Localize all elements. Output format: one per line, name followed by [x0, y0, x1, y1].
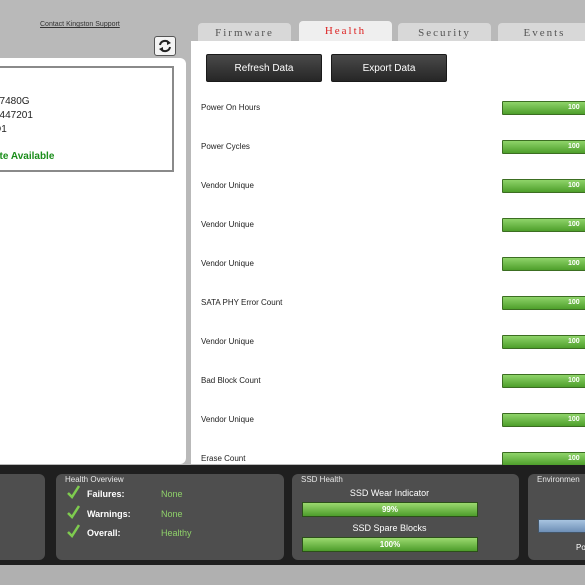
attribute-name: Power Cycles: [201, 142, 250, 151]
attribute-name: Vendor Unique: [201, 415, 254, 424]
spare-blocks-label: SSD Spare Blocks: [352, 523, 427, 533]
check-icon: [67, 505, 80, 519]
check-icon: [67, 485, 80, 499]
health-row: Vendor Unique 100: [201, 179, 585, 195]
tab-firmware[interactable]: Firmware: [198, 23, 291, 43]
failures-label: Failures:: [87, 489, 125, 499]
refresh-arrows-icon: [159, 39, 171, 53]
status-bar: Health Overview Failures: None Warnings:…: [0, 465, 585, 565]
attribute-value-bar: 100: [502, 335, 585, 349]
spare-blocks-bar: 100%: [302, 537, 478, 552]
environment-title: Environmen: [537, 475, 580, 484]
health-panel: Refresh Data Export Data Power On Hours …: [191, 41, 585, 466]
health-row: Bad Block Count 100: [201, 374, 585, 390]
drive-info-panel: 37480G 0447201 D1 ate Available: [0, 58, 186, 464]
drive-serial: 0447201: [0, 110, 33, 121]
drive-firmware: D1: [0, 124, 7, 135]
check-icon: [67, 524, 80, 538]
health-overview-title: Health Overview: [65, 475, 124, 484]
health-overview-panel: Health Overview Failures: None Warnings:…: [56, 474, 284, 560]
health-row: Vendor Unique 100: [201, 335, 585, 351]
health-row: Vendor Unique 100: [201, 257, 585, 273]
warnings-label: Warnings:: [87, 509, 131, 519]
ssd-health-title: SSD Health: [301, 475, 343, 484]
health-row: Vendor Unique 100: [201, 218, 585, 234]
tab-events[interactable]: Events: [498, 23, 585, 43]
attribute-value-bar: 100: [502, 413, 585, 427]
ssd-health-panel: SSD Health SSD Wear Indicator 99% SSD Sp…: [292, 474, 519, 560]
attribute-name: Vendor Unique: [201, 220, 254, 229]
refresh-data-button[interactable]: Refresh Data: [206, 54, 322, 82]
health-row: SATA PHY Error Count 100: [201, 296, 585, 312]
drive-model: 37480G: [0, 96, 30, 107]
contact-support-link[interactable]: Contact Kingston Support: [40, 21, 120, 28]
refresh-icon[interactable]: [154, 36, 176, 56]
export-data-button[interactable]: Export Data: [331, 54, 447, 82]
attribute-name: SATA PHY Error Count: [201, 298, 283, 307]
attribute-value-bar: 100: [502, 179, 585, 193]
attribute-value-bar: 100: [502, 452, 585, 466]
attribute-value-bar: 100: [502, 257, 585, 271]
attribute-name: Erase Count: [201, 454, 246, 463]
environment-bar: [538, 519, 585, 533]
update-available-status[interactable]: ate Available: [0, 151, 54, 162]
drive-summary-panel: [0, 474, 45, 560]
health-row: Power Cycles 100: [201, 140, 585, 156]
attribute-name: Vendor Unique: [201, 337, 254, 346]
tab-bar: Firmware Health Security Events: [198, 21, 585, 43]
failures-value: None: [161, 489, 183, 499]
overall-label: Overall:: [87, 528, 121, 538]
tab-security[interactable]: Security: [398, 23, 491, 43]
health-row: Power On Hours 100: [201, 101, 585, 117]
overall-value: Healthy: [161, 528, 192, 538]
environment-panel: Environmen Po: [528, 474, 585, 560]
health-row: Vendor Unique 100: [201, 413, 585, 429]
attribute-value-bar: 100: [502, 218, 585, 232]
attribute-value-bar: 100: [502, 140, 585, 154]
wear-indicator-bar: 99%: [302, 502, 478, 517]
attribute-value-bar: 100: [502, 296, 585, 310]
attribute-value-bar: 100: [502, 101, 585, 115]
attribute-value-bar: 100: [502, 374, 585, 388]
attribute-name: Vendor Unique: [201, 259, 254, 268]
footer-strip: [0, 565, 585, 585]
drive-info-box: 37480G 0447201 D1 ate Available: [0, 66, 174, 172]
attribute-name: Bad Block Count: [201, 376, 261, 385]
attribute-name: Vendor Unique: [201, 181, 254, 190]
environment-text: Po: [576, 543, 585, 552]
wear-indicator-label: SSD Wear Indicator: [349, 488, 430, 498]
attribute-name: Power On Hours: [201, 103, 261, 112]
warnings-value: None: [161, 509, 183, 519]
tab-health[interactable]: Health: [299, 21, 392, 43]
